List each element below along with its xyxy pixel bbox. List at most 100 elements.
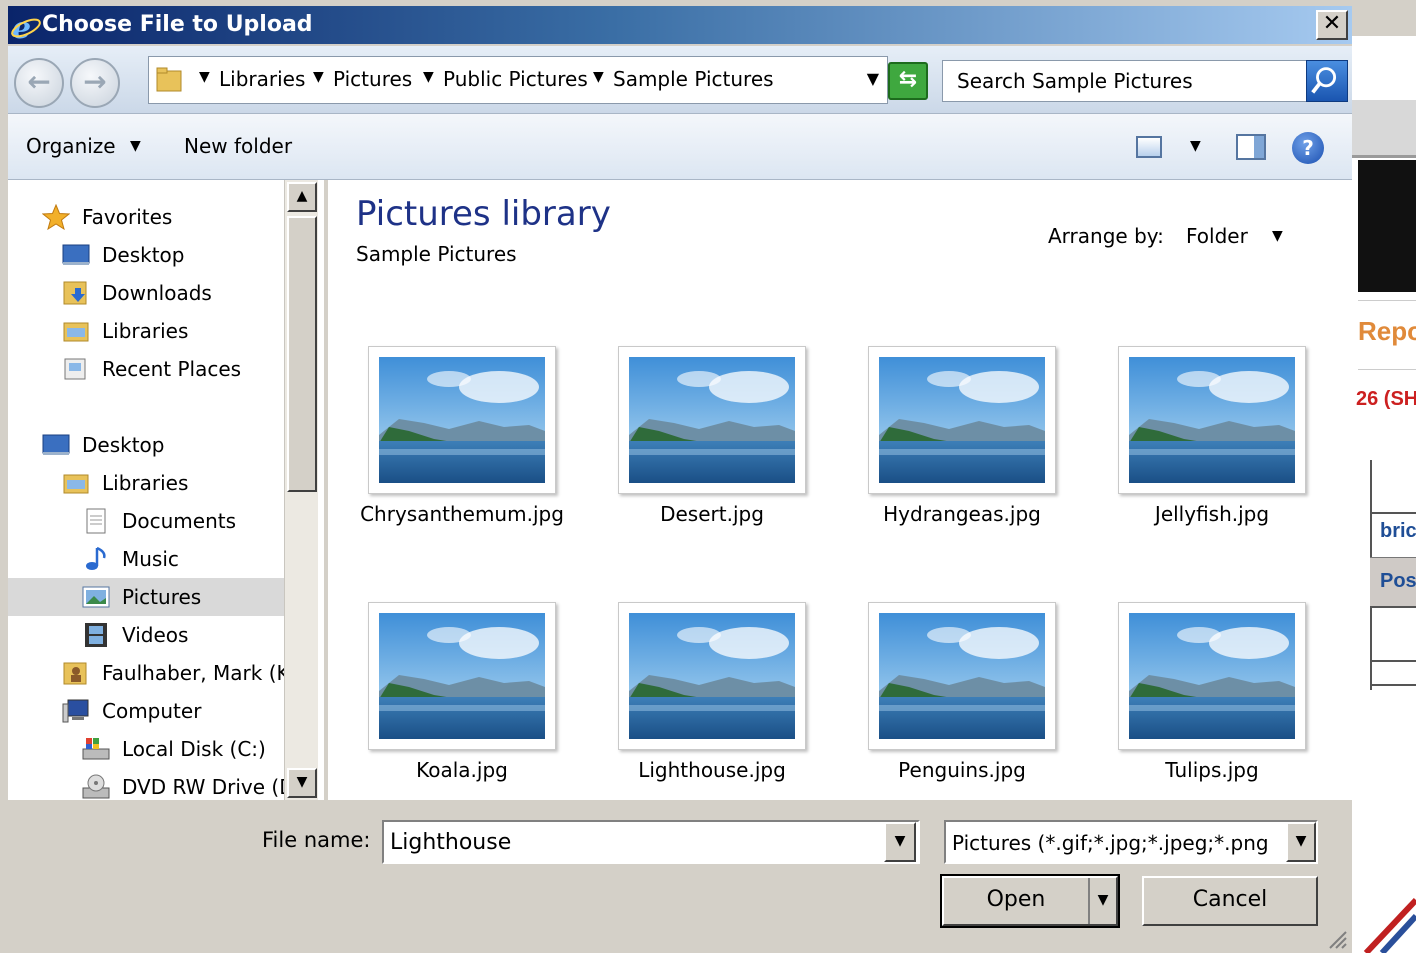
back-button[interactable]: ←	[14, 58, 64, 108]
address-bar[interactable]: ▼ Libraries ▼ Pictures ▼ Public Pictures…	[148, 56, 888, 104]
sidebar-item-pictures[interactable]: Pictures	[8, 578, 284, 616]
breadcrumb-sample-pictures[interactable]: Sample Pictures	[613, 67, 774, 91]
sidebar-item-desktop-root[interactable]: Desktop	[42, 428, 164, 462]
breadcrumb-pictures[interactable]: Pictures	[333, 67, 412, 91]
landscape-picture-icon	[879, 357, 1045, 483]
sidebar-item-music[interactable]: Music	[82, 542, 179, 576]
chevron-down-icon[interactable]: ▼	[199, 69, 210, 85]
library-title: Pictures library	[356, 194, 611, 234]
chevron-down-icon[interactable]: ▼	[1190, 138, 1201, 154]
sidebar-item-dvd-drive[interactable]: DVD RW Drive (D	[82, 770, 295, 800]
file-type-select[interactable]: Pictures (*.gif;*.jpg;*.jpeg;*.png	[944, 820, 1318, 864]
file-name-label: Desert.jpg	[660, 502, 764, 526]
close-button[interactable]: ✕	[1316, 10, 1348, 40]
file-name-label: Lighthouse.jpg	[638, 758, 786, 782]
window-title: Choose File to Upload	[42, 12, 313, 37]
sidebar-item-label: Favorites	[82, 205, 173, 229]
bg-header-bar	[1352, 0, 1416, 36]
navigation-pane: Favorites Desktop Downloads Libraries Re…	[8, 180, 324, 800]
open-button-label: Open	[986, 887, 1046, 912]
command-toolbar: Organize ▼ New folder ▼ ?	[8, 114, 1352, 180]
sidebar-item-computer[interactable]: Computer	[62, 694, 201, 728]
sidebar-item-label: Desktop	[82, 433, 165, 457]
dvd-drive-icon	[82, 774, 110, 800]
bg-diagonal-stripes	[1363, 897, 1416, 953]
chevron-down-icon[interactable]: ▼	[1272, 228, 1283, 244]
file-upload-dialog: e Choose File to Upload ✕ ← → ▼ Librarie…	[0, 0, 1352, 953]
landscape-picture-icon	[1129, 357, 1295, 483]
resize-grip-icon[interactable]	[1326, 928, 1348, 950]
sidebar-item-local-disk[interactable]: Local Disk (C:)	[82, 732, 266, 766]
dialog-footer: File name: Lighthouse ▼ Pictures (*.gif;…	[8, 800, 1352, 953]
file-name-field[interactable]: Lighthouse	[382, 820, 920, 864]
sidebar-item-label: Desktop	[102, 243, 185, 267]
organize-button[interactable]: Organize	[26, 134, 116, 158]
chevron-down-icon[interactable]: ▼	[130, 138, 141, 154]
file-name-label: Koala.jpg	[416, 758, 508, 782]
user-folder-icon	[62, 660, 90, 686]
chevron-down-icon[interactable]: ▼	[313, 69, 324, 85]
search-placeholder: Search Sample Pictures	[957, 69, 1193, 93]
change-view-icon[interactable]	[1136, 136, 1162, 158]
search-input[interactable]: Search Sample Pictures	[942, 60, 1308, 102]
music-note-icon	[82, 546, 110, 572]
downloads-folder-icon	[62, 280, 90, 306]
sidebar-item-libraries-root[interactable]: Libraries	[62, 466, 188, 500]
sidebar-item-label: Faulhaber, Mark (K	[102, 661, 290, 685]
forward-button[interactable]: →	[70, 58, 120, 108]
scroll-down-arrow-icon[interactable]: ▼	[287, 768, 317, 798]
sidebar-item-documents[interactable]: Documents	[82, 504, 236, 538]
file-name-label: Hydrangeas.jpg	[883, 502, 1041, 526]
refresh-button[interactable]: ⇆	[888, 62, 928, 100]
search-button[interactable]	[1306, 60, 1348, 102]
sidebar-item-videos[interactable]: Videos	[82, 618, 188, 652]
navigation-scrollbar[interactable]: ▲ ▼	[284, 180, 318, 800]
recent-places-icon	[62, 356, 90, 382]
landscape-picture-icon	[1129, 613, 1295, 739]
breadcrumb-libraries[interactable]: Libraries	[219, 67, 305, 91]
arrange-by-dropdown[interactable]: Folder	[1186, 224, 1248, 248]
image-thumbnail	[368, 346, 556, 494]
sidebar-item-label: Music	[122, 547, 179, 571]
file-list-pane: Pictures library Sample Pictures Arrange…	[328, 180, 1352, 800]
help-icon[interactable]: ?	[1292, 132, 1324, 164]
image-thumbnail	[1118, 602, 1306, 750]
chevron-down-icon[interactable]: ▼	[593, 69, 604, 85]
image-thumbnail	[1118, 346, 1306, 494]
hard-disk-icon	[82, 736, 110, 762]
file-name-label: Chrysanthemum.jpg	[360, 502, 564, 526]
open-options-chevron-icon[interactable]: ▼	[1088, 878, 1116, 924]
libraries-icon	[62, 470, 90, 496]
sidebar-item-favorites[interactable]: Favorites	[41, 200, 173, 234]
file-name-label: Jellyfish.jpg	[1154, 502, 1270, 526]
cancel-button[interactable]: Cancel	[1142, 876, 1318, 926]
sidebar-item-desktop[interactable]: Desktop	[62, 238, 184, 272]
preview-pane-icon[interactable]	[1236, 134, 1266, 160]
close-icon: ✕	[1322, 11, 1342, 36]
title-bar[interactable]: e Choose File to Upload ✕	[8, 6, 1352, 44]
refresh-icon: ⇆	[898, 67, 918, 92]
file-name-label: File name:	[262, 828, 371, 852]
forward-arrow-icon: →	[83, 65, 107, 98]
sidebar-item-libraries[interactable]: Libraries	[62, 314, 188, 348]
pictures-icon	[82, 584, 110, 610]
sidebar-item-label: Videos	[122, 623, 189, 647]
bg-report-text: Repo	[1358, 316, 1416, 346]
file-name-label: Penguins.jpg	[898, 758, 1026, 782]
file-type-dropdown-icon[interactable]: ▼	[1286, 822, 1316, 862]
new-folder-button[interactable]: New folder	[184, 134, 292, 158]
breadcrumb-public-pictures[interactable]: Public Pictures	[443, 67, 588, 91]
landscape-picture-icon	[379, 357, 545, 483]
address-history-dropdown-icon[interactable]: ▼	[867, 69, 879, 88]
sidebar-item-downloads[interactable]: Downloads	[62, 276, 212, 310]
landscape-picture-icon	[629, 357, 795, 483]
file-name-dropdown-icon[interactable]: ▼	[884, 822, 916, 862]
sidebar-item-user-folder[interactable]: Faulhaber, Mark (K	[62, 656, 290, 690]
film-icon	[82, 622, 110, 648]
landscape-picture-icon	[629, 613, 795, 739]
scrollbar-thumb[interactable]	[287, 216, 317, 492]
chevron-down-icon[interactable]: ▼	[423, 69, 434, 85]
bg-banner	[1358, 160, 1416, 292]
scroll-up-arrow-icon[interactable]: ▲	[287, 182, 317, 212]
sidebar-item-recent-places[interactable]: Recent Places	[62, 352, 241, 386]
